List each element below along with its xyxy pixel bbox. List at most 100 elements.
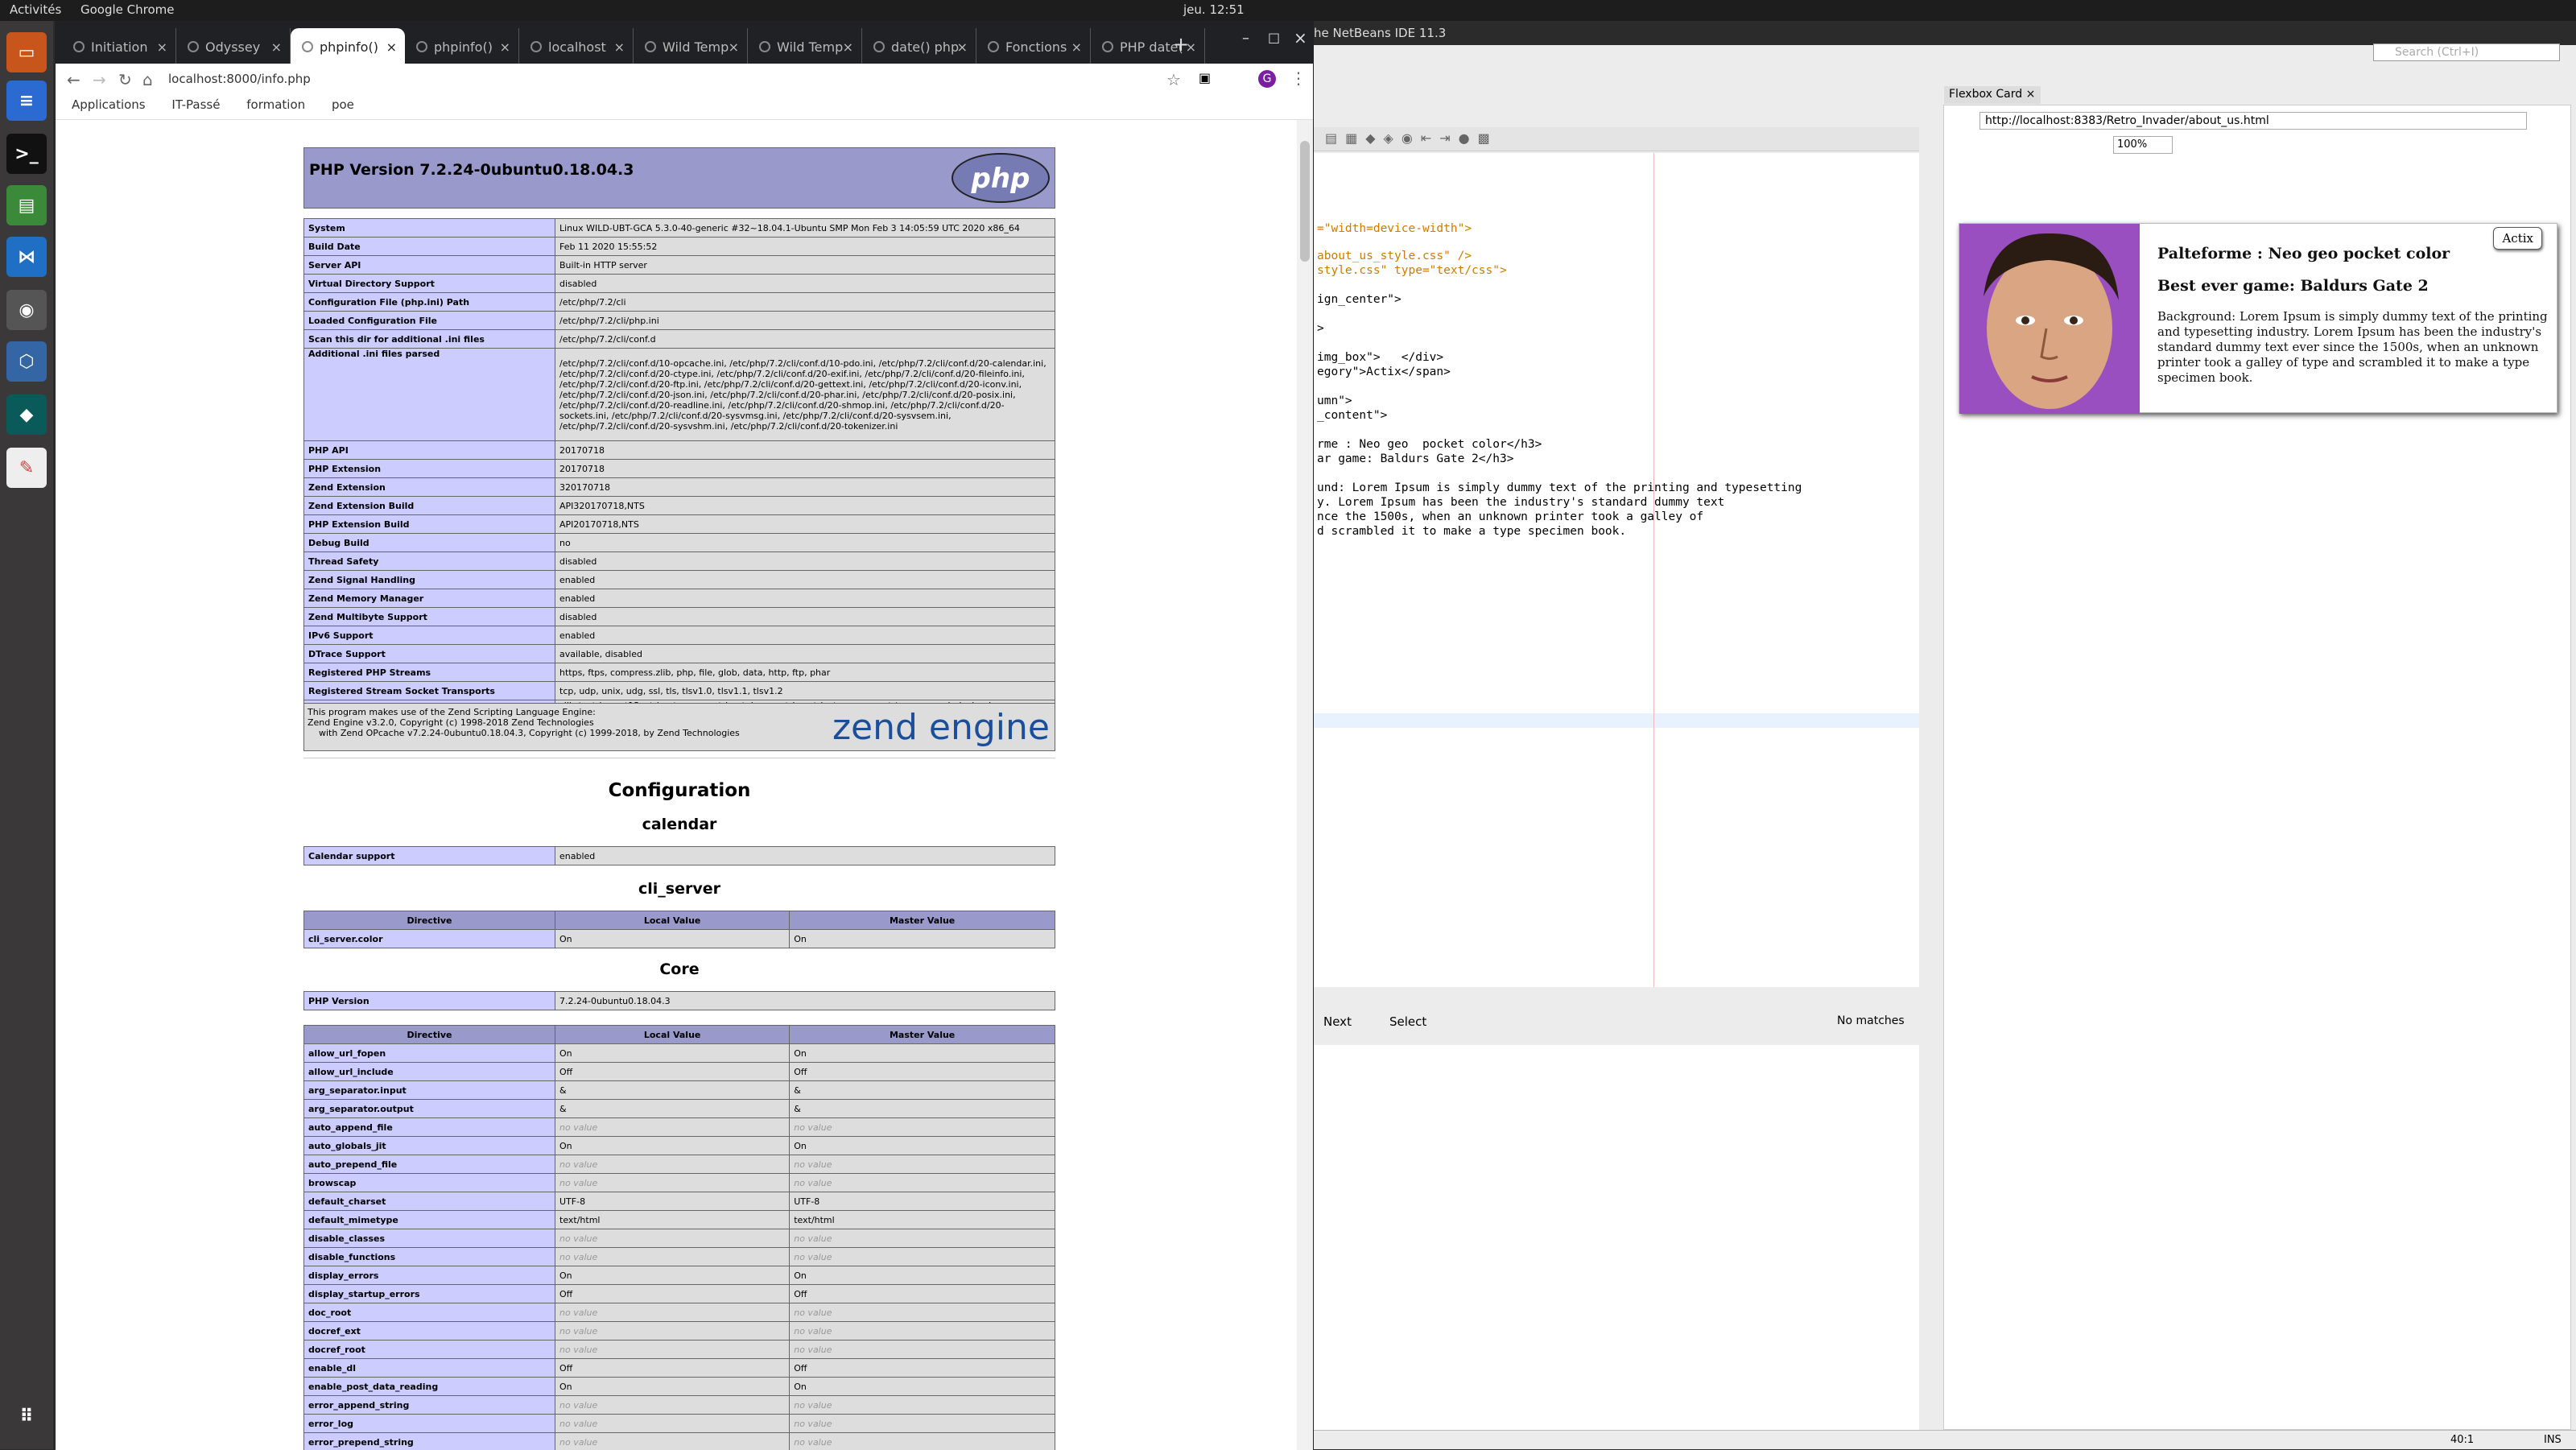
tab-label: Initiation [91, 39, 147, 55]
star-icon[interactable]: ☆ [1166, 70, 1181, 89]
scrollbar-thumb[interactable] [1300, 141, 1310, 262]
code-line: _content"> [1317, 408, 1387, 423]
tab-initiation[interactable]: Initiation × [62, 28, 176, 64]
close-icon[interactable]: × [271, 39, 282, 55]
home-icon[interactable]: ⌂ [142, 70, 153, 89]
table-row: error_logno valueno value [304, 1415, 1055, 1433]
master-value-cell: no value [790, 1118, 1055, 1137]
find-next-button[interactable]: Next [1323, 1014, 1352, 1029]
bookmark-poe[interactable]: poe [332, 97, 354, 112]
new-tab-button[interactable]: + [1173, 33, 1189, 56]
maximize-button[interactable]: □ [1268, 30, 1280, 45]
directive-cell: Server API [304, 256, 555, 275]
table-row: default_charsetUTF-8UTF-8 [304, 1192, 1055, 1211]
directive-cell: disable_classes [304, 1229, 555, 1248]
table-row: Additional .ini files parsed/etc/php/7.2… [304, 349, 1055, 441]
tab-wild-temp-2[interactable]: Wild Temp× [748, 28, 862, 64]
code-line: rme : Neo geo pocket color</h3> [1317, 437, 1542, 452]
close-icon[interactable]: × [729, 39, 739, 55]
find-bar: Next Select No matches [1314, 1011, 1935, 1034]
zoom-select[interactable]: 100% [2113, 136, 2173, 154]
gitkraken-icon[interactable]: ◆ [6, 395, 47, 435]
browser-tab[interactable]: Flexbox Card × [1944, 86, 2041, 104]
browser-url-field[interactable]: http://localhost:8383/Retro_Invader/abou… [1979, 112, 2527, 130]
close-window-button[interactable]: × [1294, 28, 1307, 48]
close-icon[interactable]: × [500, 39, 510, 55]
close-icon[interactable]: × [843, 39, 853, 55]
back-icon[interactable]: ← [67, 70, 80, 89]
close-icon[interactable]: × [157, 39, 167, 55]
tab-localhost[interactable]: localhost× [519, 28, 634, 64]
bookmark-it-passe[interactable]: IT-Passé [171, 97, 220, 112]
text-editor-icon[interactable]: ✎ [6, 448, 47, 488]
flexbox-card: Palteforme : Neo geo pocket color Best e… [1959, 223, 2557, 413]
reload-icon[interactable]: ↻ [118, 70, 132, 89]
find-select-button[interactable]: Select [1389, 1014, 1426, 1029]
code-line: nce the 1500s, when an unknown printer t… [1317, 510, 1703, 524]
tab-phpinfo[interactable]: phpinfo()× [405, 28, 519, 64]
directive-cell: doc_root [304, 1303, 555, 1322]
avatar[interactable]: G [1258, 70, 1276, 88]
output-panel[interactable] [1314, 1045, 1919, 1430]
code-line: img_box"> </div> [1317, 350, 1443, 365]
activities-button[interactable]: Activités [10, 2, 61, 17]
close-icon[interactable]: × [957, 39, 968, 55]
local-value-cell: no value [555, 1303, 790, 1322]
table-row: Registered PHP Streamshttps, ftps, compr… [304, 663, 1055, 682]
menu-icon[interactable]: ⋮ [1290, 68, 1307, 88]
tab-fonctions[interactable]: Fonctions× [976, 28, 1091, 64]
clock[interactable]: jeu. 12:51 [1183, 2, 1245, 17]
app-menu[interactable]: Google Chrome [80, 2, 175, 17]
chrome-icon[interactable]: ◉ [6, 290, 47, 330]
writer-icon[interactable]: ≡ [6, 81, 47, 121]
tab-wild-temp[interactable]: Wild Temp× [634, 28, 748, 64]
tab-favicon-icon [530, 41, 542, 52]
phpinfo-header: PHP Version 7.2.24-0ubuntu0.18.04.3php [303, 147, 1055, 209]
local-value-cell: no value [555, 1322, 790, 1341]
close-icon[interactable]: × [1071, 39, 1082, 55]
tab-odyssey[interactable]: Odyssey× [176, 28, 291, 64]
configuration-heading: Configuration [303, 780, 1055, 801]
master-value-cell: On [790, 1137, 1055, 1155]
code-line: umn"> [1317, 394, 1352, 408]
forward-icon[interactable]: → [93, 70, 106, 89]
files-icon[interactable]: ▭ [6, 32, 47, 72]
minimize-button[interactable]: – [1242, 30, 1249, 47]
table-row: DTrace Supportavailable, disabled [304, 645, 1055, 663]
code-line: ="width=device-width"> [1317, 221, 1472, 236]
table-row: docref_extno valueno value [304, 1322, 1055, 1341]
table-row: PHP API20170718 [304, 441, 1055, 460]
value-cell: enabled [555, 589, 1055, 608]
directive-cell: Loaded Configuration File [304, 312, 555, 330]
netbeans-icon[interactable]: ⬡ [6, 341, 47, 382]
value-cell: 20170718 [555, 441, 1055, 460]
tab-label: Wild Temp [663, 39, 729, 55]
close-icon[interactable]: × [614, 39, 625, 55]
code-editor[interactable]: ="width=device-width">about_us_style.css… [1314, 153, 1919, 987]
bookmark-formation[interactable]: formation [246, 97, 305, 112]
show-apps-icon[interactable]: ⠿ [6, 1396, 47, 1436]
spreadsheet-icon[interactable]: ▤ [6, 185, 47, 225]
bookmark-applications[interactable]: Applications [72, 97, 146, 112]
chrome-window: Initiation × Odyssey× phpinfo()× phpinfo(… [55, 21, 1314, 1449]
extension-icon[interactable]: ▣ [1199, 70, 1211, 85]
tab-date-php[interactable]: date() php× [862, 28, 976, 64]
code-line: y. Lorem Ipsum has been the industry's s… [1317, 495, 1724, 510]
local-value-cell: On [555, 1044, 790, 1063]
vscode-icon[interactable]: ⋈ [6, 237, 47, 277]
close-icon[interactable]: × [386, 39, 397, 55]
cli-server-table-wrap: DirectiveLocal ValueMaster Value cli_ser… [303, 911, 1055, 948]
right-margin-line [1653, 153, 1654, 987]
tab-phpinfo-active[interactable]: phpinfo()× [291, 28, 405, 64]
directive-cell: error_prepend_string [304, 1433, 555, 1450]
zend-logo: zend engine [832, 707, 1050, 748]
tab-favicon-icon [759, 41, 770, 52]
close-icon[interactable]: × [2026, 88, 2036, 101]
ide-search-input[interactable]: Search (Ctrl+I) [2373, 43, 2560, 61]
cli-server-table: DirectiveLocal ValueMaster Value cli_ser… [303, 911, 1055, 948]
calendar-table: Calendar supportenabled [303, 846, 1055, 865]
address-bar[interactable]: localhost:8000/info.php [168, 72, 311, 86]
page-scrollbar[interactable] [1297, 120, 1313, 1450]
terminal-icon[interactable]: >_ [6, 134, 47, 174]
editor-toolbar[interactable]: ▤▦◆◈◉⇤⇥●▩ [1314, 127, 1919, 151]
